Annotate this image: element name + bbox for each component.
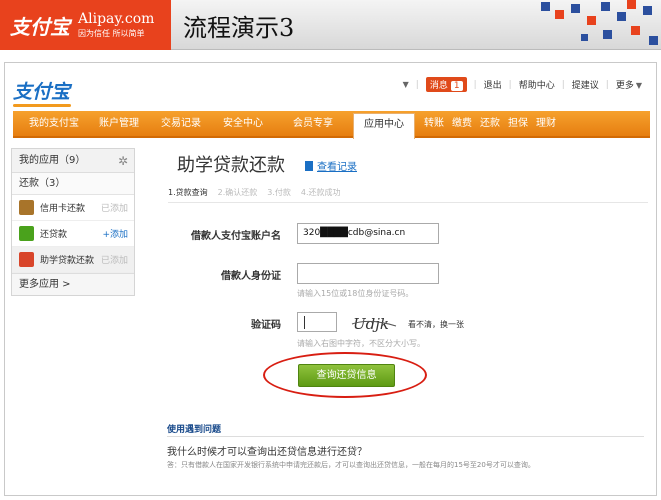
nav-guarantee[interactable]: 担保 [508,111,528,136]
step-4: 4.还款成功 [300,188,341,197]
nav-account[interactable]: 账户管理 [99,111,139,136]
document-icon [305,160,313,171]
highlight-circle [263,352,427,398]
nav-finance[interactable]: 理财 [536,111,556,136]
captcha-image[interactable]: Udjk [350,310,400,336]
slide-title: 流程演示3 [183,14,295,42]
nav-membership[interactable]: 会员专享 [293,111,333,136]
id-hint: 请输入15位或18位身份证号码。 [297,289,414,298]
top-links: ▼ | 消息 1 | 退出 | 帮助中心 | 提建议 | 更多 ▼ [401,77,642,92]
more-apps-link[interactable]: 更多应用 > [12,273,134,295]
chevron-down-icon[interactable]: ▼ [403,80,409,89]
alipay-page: 支付宝 ▼ | 消息 1 | 退出 | 帮助中心 | 提建议 | 更多 ▼ 我的支付… [4,62,657,496]
suggest-link[interactable]: 提建议 [572,78,599,91]
loan-icon [19,226,34,241]
sidebar-item-credit-card[interactable]: 信用卡还款 已添加 [12,195,134,221]
divider [167,436,644,437]
brand-domain: Alipay.com [78,11,155,27]
gear-icon[interactable]: ✲ [118,149,128,173]
messages-button[interactable]: 消息 1 [425,77,467,92]
step-1: 1.贷款查询 [168,188,208,197]
nav-security[interactable]: 安全中心 [223,111,263,136]
svg-text:Udjk: Udjk [353,315,389,333]
help-center-link[interactable]: 帮助中心 [519,78,555,91]
nav-transfer[interactable]: 转账 [424,111,444,136]
step-3: 3.付款 [267,188,291,197]
brand-tagline: 因为信任 所以简单 [78,29,145,38]
status-added: 已添加 [100,256,128,266]
sidebar: 我的应用（9） ✲ 还款（3） 信用卡还款 已添加 还贷款 +添加 助学贷款还款… [11,148,135,296]
credit-card-icon [19,200,34,215]
nav-payment[interactable]: 缴费 [452,111,472,136]
id-label: 借款人身份证 [221,271,281,282]
captcha-hint: 请输入右图中字符，不区分大小写。 [297,339,425,348]
main-nav: 我的支付宝 账户管理 交易记录 安全中心 会员专享 应用中心 转账 缴费 还款 … [13,111,650,139]
id-card-input[interactable] [297,263,439,284]
divider [168,202,648,203]
sidebar-item-loan[interactable]: 还贷款 +添加 [12,221,134,247]
faq-answer: 答：只有借款人在国家开发银行系统中申请完还款后，才可以查询出还贷信息，一般在每月… [167,461,535,469]
more-menu[interactable]: 更多 ▼ [616,78,642,91]
alipay-brand-logo: 支付宝 Alipay.com 因为信任 所以简单 [0,0,171,50]
my-apps-header[interactable]: 我的应用（9） ✲ [12,149,134,173]
nav-quick-links: 转账 缴费 还款 担保 理财 [424,111,556,136]
captcha-label: 验证码 [251,320,281,331]
account-label: 借款人支付宝账户名 [191,231,281,242]
refresh-captcha-link[interactable]: 看不清，换一张 [408,319,464,330]
nav-my-alipay[interactable]: 我的支付宝 [29,111,79,136]
chevron-down-icon: ▼ [635,81,642,90]
message-count: 1 [450,81,463,91]
nav-repay[interactable]: 还款 [480,111,500,136]
step-2: 2.确认还款 [217,188,258,197]
nav-app-center[interactable]: 应用中心 [353,113,415,139]
help-title: 使用遇到问题 [167,425,222,435]
nav-transactions[interactable]: 交易记录 [161,111,201,136]
faq-question[interactable]: 我什么时候才可以查询出还贷信息进行还贷？ [167,443,367,458]
brand-mark: 支付宝 [10,14,70,39]
decorative-squares [541,0,658,45]
page-title: 助学贷款还款 [177,155,285,176]
status-added: 已添加 [100,204,128,214]
add-link[interactable]: +添加 [102,227,128,240]
view-records-link[interactable]: 查看记录 [305,158,357,173]
student-loan-icon [19,252,34,267]
progress-steps: 1.贷款查询 2.确认还款 3.付款 4.还款成功 [168,187,341,198]
sidebar-item-student-loan[interactable]: 助学贷款还款 已添加 [12,247,134,273]
logout-link[interactable]: 退出 [484,78,502,91]
repay-section-header[interactable]: 还款（3） [12,173,134,195]
account-field[interactable]: 320████cdb@sina.cn [297,223,439,244]
slide-banner: 支付宝 Alipay.com 因为信任 所以简单 流程演示3 [0,0,661,50]
captcha-input[interactable] [297,312,337,332]
site-logo[interactable]: 支付宝 [13,77,71,107]
